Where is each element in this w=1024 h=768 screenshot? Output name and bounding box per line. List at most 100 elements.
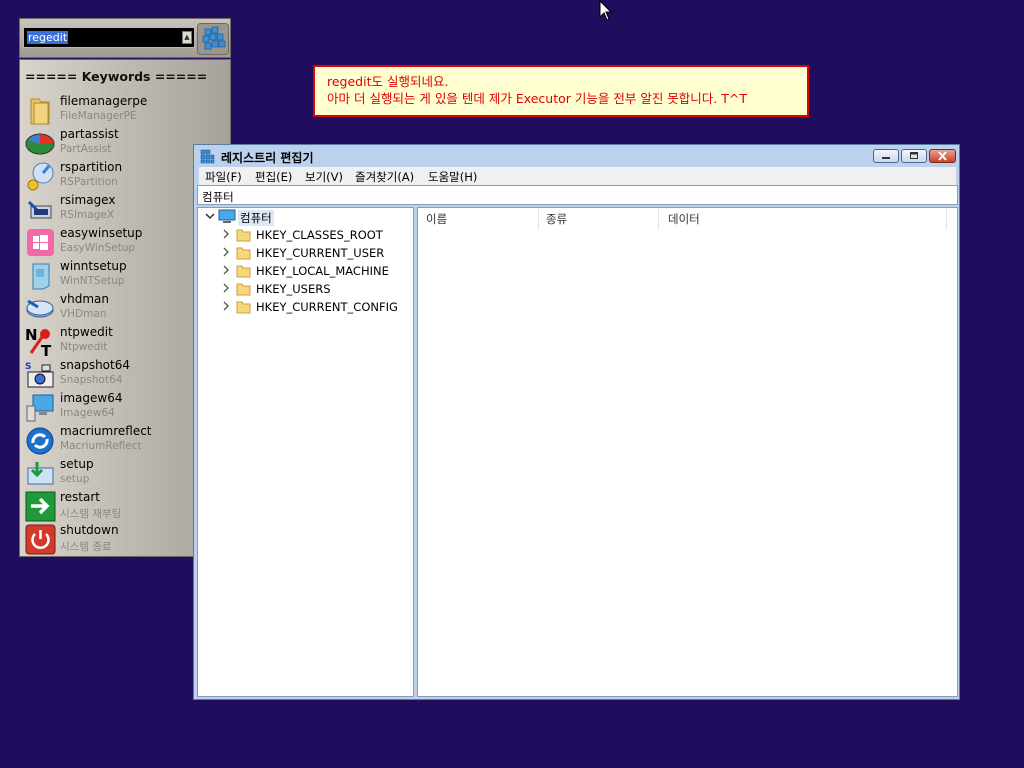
folder-icon (236, 265, 251, 278)
folder-icon (236, 247, 251, 260)
keyword-name: imagew64 (60, 391, 123, 405)
launcher-search-bar: regedit ▲ (19, 18, 231, 58)
menu-favorites[interactable]: 즐겨찾기(A) (355, 169, 414, 185)
svg-text:N: N (25, 326, 38, 344)
svg-text:T: T (41, 342, 52, 357)
keyword-subtitle: WinNTSetup (60, 275, 125, 287)
column-header-data[interactable]: 데이터 (668, 211, 700, 227)
keyword-subtitle: PartAssist (60, 143, 112, 155)
restart-arrow-icon (25, 491, 56, 522)
keyword-item-filemanagerpe[interactable]: filemanagerpe FileManagerPE (23, 94, 223, 127)
address-bar[interactable]: 컴퓨터 (197, 185, 958, 205)
svg-text:S: S (25, 362, 31, 372)
keyword-name: macriumreflect (60, 424, 152, 438)
tree-node-label: HKEY_CURRENT_USER (256, 246, 385, 260)
tree-node-label: HKEY_CLASSES_ROOT (256, 228, 383, 242)
minimize-icon (882, 157, 890, 159)
tree-node-label: HKEY_LOCAL_MACHINE (256, 264, 389, 278)
keyword-subtitle: setup (60, 473, 90, 485)
chevron-right-icon[interactable] (220, 228, 232, 240)
camera-icon: S (25, 362, 54, 388)
search-input-value[interactable]: regedit (27, 31, 69, 44)
notice-line-2: 아마 더 실행되는 게 있을 텐데 제가 Executor 기능을 전부 알진 … (327, 91, 747, 106)
keyword-name: restart (60, 490, 101, 504)
keyword-name: filemanagerpe (60, 94, 148, 108)
registry-values-pane: 이름 종류 데이터 (417, 207, 958, 697)
search-history-dropdown[interactable]: ▲ (182, 31, 192, 44)
keyword-subtitle: EasyWinSetup (60, 242, 136, 254)
computer-icon (218, 209, 236, 223)
column-header-name[interactable]: 이름 (426, 211, 447, 227)
tree-node-hkey-users[interactable]: HKEY_USERS (220, 280, 410, 298)
keyword-name: ntpwedit (60, 325, 113, 339)
address-path: 컴퓨터 (202, 190, 234, 204)
notice-line-1: regedit도 실행되네요. (327, 74, 449, 89)
keyword-subtitle: Imagew64 (60, 407, 115, 419)
maximize-button[interactable] (901, 149, 927, 163)
registry-cubes-icon (200, 149, 215, 164)
tree-node-label: HKEY_CURRENT_CONFIG (256, 300, 398, 314)
menu-help[interactable]: 도움말(H) (428, 169, 477, 185)
keyword-name: rsimagex (60, 193, 116, 207)
image-backup-icon (27, 200, 52, 219)
registry-editor-window: 레지스트리 편집기 파일(F) 편집(E) 보기(V) 즐겨찾기(A) 도움말(… (193, 144, 960, 700)
keyword-subtitle: Ntpwedit (60, 341, 108, 353)
keyword-name: winntsetup (60, 259, 127, 273)
tree-node-hkey-current-user[interactable]: HKEY_CURRENT_USER (220, 244, 410, 262)
keyword-name: setup (60, 457, 94, 471)
minimize-button[interactable] (873, 149, 899, 163)
maximize-icon (910, 152, 918, 159)
chevron-down-icon[interactable] (204, 210, 216, 222)
vhd-disk-icon (26, 299, 54, 318)
disk-wizard-icon (27, 162, 54, 191)
menu-file[interactable]: 파일(F) (205, 169, 242, 185)
tree-node-computer[interactable]: 컴퓨터 (204, 208, 404, 226)
execute-button[interactable] (197, 23, 229, 55)
keyword-name: vhdman (60, 292, 109, 306)
folder-icon (236, 283, 251, 296)
menu-view[interactable]: 보기(V) (305, 169, 343, 185)
close-button[interactable] (929, 149, 956, 163)
windows-logo-icon (27, 229, 54, 256)
folder-icon (236, 229, 251, 242)
folder-icon (236, 301, 251, 314)
keyword-name: easywinsetup (60, 226, 143, 240)
menu-bar: 파일(F) 편집(E) 보기(V) 즐겨찾기(A) 도움말(H) (199, 167, 956, 185)
partition-pie-icon (25, 133, 55, 155)
tree-node-hkey-current-config[interactable]: HKEY_CURRENT_CONFIG (220, 298, 410, 316)
notice-box: regedit도 실행되네요. 아마 더 실행되는 게 있을 텐데 제가 Exe… (313, 65, 809, 117)
keyword-search-input[interactable]: regedit ▲ (23, 27, 195, 48)
column-header-type[interactable]: 종류 (546, 211, 567, 227)
chevron-right-icon[interactable] (220, 264, 232, 276)
column-divider[interactable] (538, 208, 539, 230)
column-divider[interactable] (658, 208, 659, 230)
window-title: 레지스트리 편집기 (221, 151, 314, 165)
chevron-right-icon[interactable] (220, 300, 232, 312)
column-divider[interactable] (946, 208, 947, 230)
monitor-icon (26, 394, 54, 422)
chevron-right-icon[interactable] (220, 246, 232, 258)
power-icon (25, 524, 56, 555)
keyword-name: shutdown (60, 523, 119, 537)
registry-tree-pane: 컴퓨터 HKEY_CLASSES_ROOT HKEY_CURRENT_USER … (197, 207, 414, 697)
setup-box-icon (32, 263, 50, 290)
tree-node-hkey-classes-root[interactable]: HKEY_CLASSES_ROOT (220, 226, 410, 244)
menu-edit[interactable]: 편집(E) (255, 169, 292, 185)
folder-icon (30, 98, 50, 125)
keyword-subtitle: 시스템 종료 (60, 541, 112, 553)
setup-arrow-icon (27, 462, 54, 485)
close-icon (938, 151, 947, 161)
keyword-name: snapshot64 (60, 358, 131, 372)
keyword-subtitle: 시스템 재부팅 (60, 508, 122, 520)
tree-node-hkey-local-machine[interactable]: HKEY_LOCAL_MACHINE (220, 262, 410, 280)
title-bar[interactable]: 레지스트리 편집기 (194, 145, 959, 167)
keyword-name: rspartition (60, 160, 123, 174)
keyword-subtitle: VHDman (60, 308, 107, 320)
chevron-right-icon[interactable] (220, 282, 232, 294)
keyword-name: partassist (60, 127, 119, 141)
keywords-header: ===== Keywords ===== (25, 69, 208, 84)
macrium-icon (26, 427, 54, 455)
nt-key-icon: NT (25, 326, 52, 357)
keyword-subtitle: FileManagerPE (60, 110, 137, 122)
keyword-subtitle: MacriumReflect (60, 440, 142, 452)
